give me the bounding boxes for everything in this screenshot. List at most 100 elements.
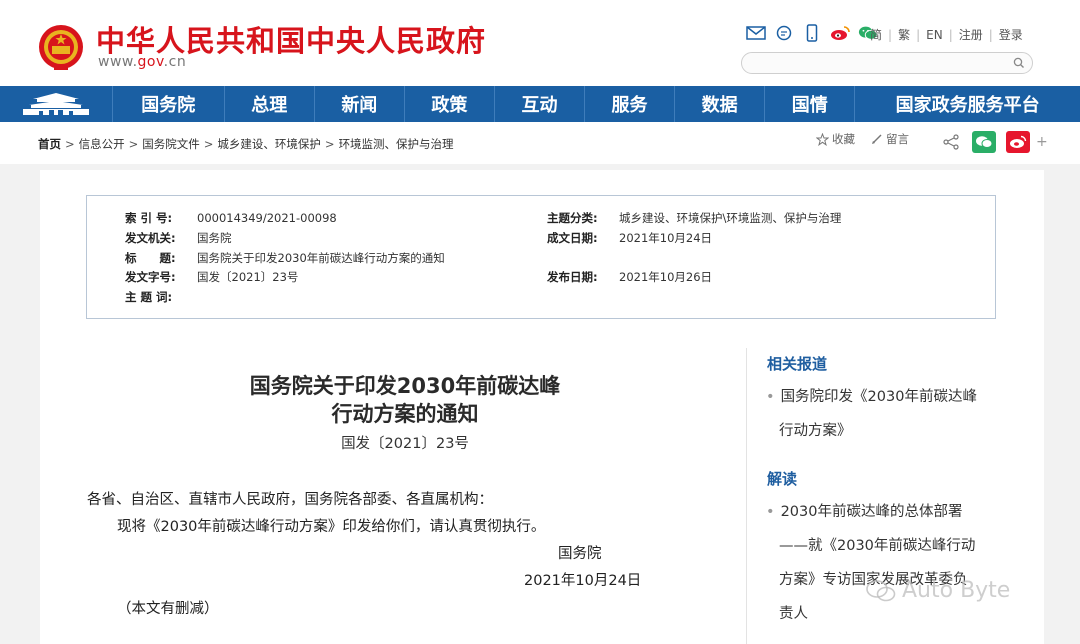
meta-label: 标 题: bbox=[125, 251, 176, 265]
meta-value: 城乡建设、环境保护\环境监测、保护与治理 bbox=[619, 211, 842, 225]
share-more-button[interactable]: + bbox=[1036, 134, 1048, 150]
article-salutation: 各省、自治区、直辖市人民政府，国务院各部委、各直属机构： bbox=[87, 492, 493, 508]
site-header: 中华人民共和国中央人民政府 www.gov.cn 简 | 繁 | EN | 注册 | 登… bbox=[0, 0, 1080, 86]
site-url-gov: gov bbox=[137, 54, 164, 70]
nav-item-state-council[interactable]: 国务院 bbox=[113, 86, 225, 122]
lang-simplified-link[interactable]: 简 bbox=[870, 26, 882, 43]
article-date: 2021年10月24日 bbox=[524, 573, 642, 589]
breadcrumb: 首页 > 信息公开 > 国务院文件 > 城乡建设、环境保护 > 环境监测、保护与治理 bbox=[38, 136, 454, 152]
meta-doc-number: 发文字号: 国发〔2021〕23号 bbox=[125, 269, 298, 285]
register-link[interactable]: 注册 bbox=[959, 26, 983, 43]
article-body: 现将《2030年前碳达峰行动方案》印发给你们，请认真贯彻执行。 bbox=[117, 519, 546, 535]
lang-traditional-link[interactable]: 繁 bbox=[898, 26, 910, 43]
article-title: 国务院关于印发2030年前碳达峰 行动方案的通知 bbox=[180, 372, 630, 428]
search-icon[interactable] bbox=[1012, 56, 1026, 70]
meta-label: 索 引 号: bbox=[125, 211, 173, 225]
language-links: 简 | 繁 | EN | 注册 | 登录 bbox=[870, 26, 1023, 43]
breadcrumb-item[interactable]: 信息公开 bbox=[79, 137, 125, 151]
article-signature: 国务院 bbox=[558, 546, 602, 562]
site-url-prefix: www. bbox=[98, 54, 138, 70]
meta-value: 2021年10月24日 bbox=[619, 231, 713, 245]
weibo-icon[interactable] bbox=[830, 24, 850, 42]
site-url-suffix: .cn bbox=[163, 54, 187, 70]
article-title-line: 行动方案的通知 bbox=[331, 402, 479, 426]
breadcrumb-item[interactable]: 国务院文件 bbox=[142, 137, 200, 151]
breadcrumb-item[interactable]: 城乡建设、环境保护 bbox=[217, 137, 321, 151]
breadcrumb-home[interactable]: 首页 bbox=[38, 137, 61, 151]
nav-item-services[interactable]: 服务 bbox=[585, 86, 676, 122]
login-link[interactable]: 登录 bbox=[999, 26, 1023, 43]
related-report-line: 国务院印发《2030年前碳达峰 bbox=[780, 389, 977, 405]
breadcrumb-item[interactable]: 环境监测、保护与治理 bbox=[339, 137, 454, 151]
watermark-text: Auto Byte bbox=[902, 578, 1011, 603]
interpretation-heading: 解读 bbox=[767, 470, 798, 488]
national-emblem-icon[interactable] bbox=[38, 22, 84, 72]
favorite-button[interactable]: 收藏 bbox=[816, 131, 855, 147]
meta-value: 国务院 bbox=[197, 231, 232, 245]
meta-category: 主题分类: 城乡建设、环境保护\环境监测、保护与治理 bbox=[547, 210, 841, 226]
meta-written-date: 成文日期: 2021年10月24日 bbox=[547, 230, 712, 246]
meta-label: 主题分类: bbox=[547, 211, 598, 225]
nav-item-policy[interactable]: 政策 bbox=[405, 86, 495, 122]
related-report-line: 行动方案》 bbox=[779, 423, 852, 439]
meta-label: 成文日期: bbox=[547, 231, 598, 245]
interpretation-link[interactable]: • 2030年前碳达峰的总体部署 ——就《2030年前碳达峰行动 方案》专访国家发… bbox=[766, 495, 1006, 631]
mobile-icon[interactable] bbox=[802, 24, 822, 42]
mail-icon[interactable] bbox=[746, 24, 766, 42]
article-title-line: 国务院关于印发2030年前碳达峰 bbox=[249, 374, 561, 398]
nav-item-national-info[interactable]: 国情 bbox=[765, 86, 856, 122]
meta-value: 2021年10月26日 bbox=[619, 270, 713, 284]
document-metadata-box: 索 引 号: 000014349/2021-00098 发文机关: 国务院 标 题:… bbox=[86, 195, 996, 319]
lang-english-link[interactable]: EN bbox=[926, 28, 943, 42]
meta-label: 主 题 词: bbox=[125, 290, 173, 304]
share-icon[interactable] bbox=[942, 134, 960, 150]
meta-keywords: 主 题 词: bbox=[125, 289, 197, 305]
sidebar-divider bbox=[746, 348, 747, 644]
top-icon-bar bbox=[746, 24, 878, 42]
tiananmen-icon bbox=[22, 93, 89, 115]
separator: | bbox=[888, 27, 893, 42]
main-nav: 国务院 总理 新闻 政策 互动 服务 数据 国情 国家政务服务平台 bbox=[0, 86, 1080, 122]
search-box bbox=[741, 52, 1033, 74]
nav-item-gov-service-platform[interactable]: 国家政务服务平台 bbox=[855, 86, 1080, 122]
breadcrumb-separator: > bbox=[65, 137, 75, 151]
comment-label: 留言 bbox=[886, 132, 909, 146]
separator: | bbox=[916, 27, 921, 42]
breadcrumb-separator: > bbox=[324, 137, 335, 151]
breadcrumb-separator: > bbox=[128, 137, 139, 151]
nav-item-premier[interactable]: 总理 bbox=[225, 86, 315, 122]
nav-item-data[interactable]: 数据 bbox=[675, 86, 766, 122]
meta-label: 发布日期: bbox=[547, 270, 598, 284]
meta-issuer: 发文机关: 国务院 bbox=[125, 230, 232, 246]
breadcrumb-separator: > bbox=[203, 137, 214, 151]
meta-index-number: 索 引 号: 000014349/2021-00098 bbox=[125, 210, 337, 226]
site-url[interactable]: www.gov.cn bbox=[98, 54, 186, 70]
interpretation-line: ——就《2030年前碳达峰行动 bbox=[779, 538, 976, 554]
separator: | bbox=[948, 27, 953, 42]
interpretation-line: 2030年前碳达峰的总体部署 bbox=[780, 504, 963, 520]
bullet-icon: • bbox=[766, 504, 775, 520]
bullet-icon: • bbox=[766, 389, 775, 405]
pencil-icon bbox=[872, 134, 882, 144]
meta-label: 发文机关: bbox=[125, 231, 176, 245]
meta-title: 标 题: 国务院关于印发2030年前碳达峰行动方案的通知 bbox=[125, 250, 445, 266]
meta-value: 000014349/2021-00098 bbox=[197, 211, 337, 225]
wechat-watermark-icon bbox=[866, 579, 896, 601]
favorite-label: 收藏 bbox=[832, 132, 855, 146]
related-reports-heading: 相关报道 bbox=[767, 355, 828, 373]
comment-button[interactable]: 留言 bbox=[871, 131, 909, 147]
article-doc-number: 国发〔2021〕23号 bbox=[341, 436, 469, 452]
watermark: Auto Byte bbox=[866, 578, 1010, 603]
article-note: （本文有删减） bbox=[117, 601, 219, 617]
share-wechat-icon[interactable] bbox=[972, 131, 996, 153]
related-report-link[interactable]: • 国务院印发《2030年前碳达峰 行动方案》 bbox=[766, 380, 1006, 448]
search-input[interactable] bbox=[752, 55, 1002, 71]
chat-icon[interactable] bbox=[774, 24, 794, 42]
nav-home-tiananmen[interactable] bbox=[0, 86, 113, 122]
share-bar: + bbox=[942, 131, 1048, 153]
star-icon bbox=[816, 132, 829, 146]
share-weibo-icon[interactable] bbox=[1006, 131, 1030, 153]
meta-publish-date: 发布日期: 2021年10月26日 bbox=[547, 269, 712, 285]
nav-item-news[interactable]: 新闻 bbox=[315, 86, 405, 122]
nav-item-interaction[interactable]: 互动 bbox=[495, 86, 586, 122]
